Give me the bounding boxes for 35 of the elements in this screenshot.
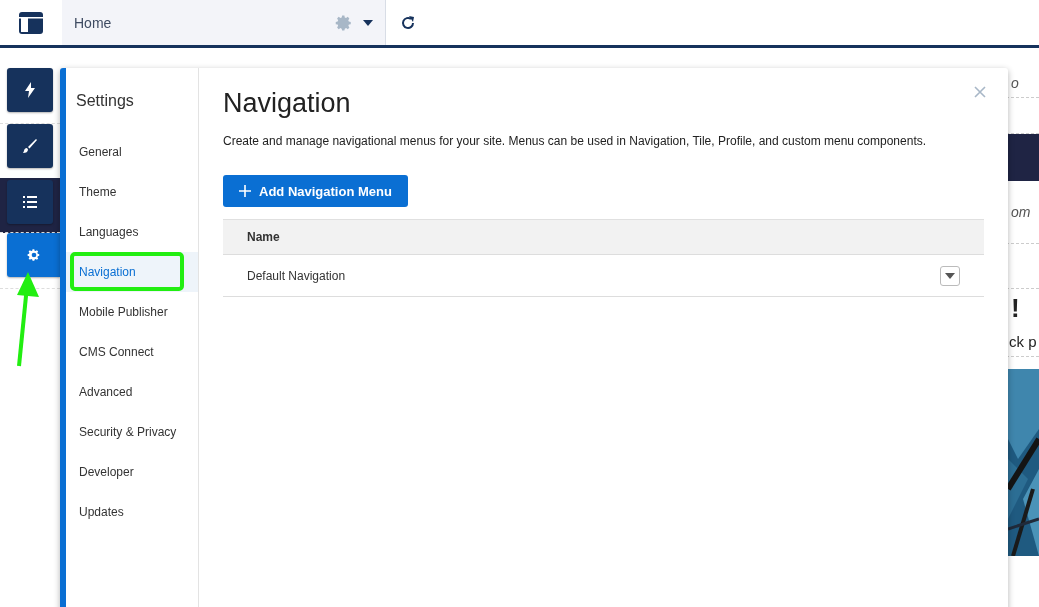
settings-menu-item[interactable]: Security & Privacy <box>66 412 198 452</box>
bolt-button[interactable] <box>7 68 53 112</box>
settings-menu-item[interactable]: General <box>66 132 198 172</box>
gear-icon <box>335 13 353 32</box>
settings-menu-item[interactable]: CMS Connect <box>66 332 198 372</box>
gear-button[interactable] <box>7 233 60 277</box>
description: Create and manage navigational menus for your site. Menus can be used in Navigation, Tile, Profile, and custom menu components. <box>223 134 928 148</box>
gear-icon <box>26 248 41 262</box>
settings-menu-item[interactable]: Languages <box>66 212 198 252</box>
page-heading: Navigation <box>223 88 351 119</box>
refresh-icon[interactable] <box>400 14 416 31</box>
row-menu-button[interactable] <box>940 265 960 286</box>
canvas-text: om <box>1010 204 1031 220</box>
settings-menu-item[interactable]: Developer <box>66 452 198 492</box>
caret-icon <box>945 272 955 279</box>
settings-menu-item[interactable]: Updates <box>66 492 198 532</box>
canvas-text: ck p <box>1009 333 1037 350</box>
add-menu-button[interactable]: Add Navigation Menu <box>223 175 408 207</box>
brush-button[interactable] <box>7 124 53 168</box>
column-header: Name <box>247 230 280 244</box>
brush-icon <box>23 139 37 153</box>
plus-icon <box>239 185 251 197</box>
home-tab[interactable]: Home <box>62 0 386 45</box>
list-button[interactable] <box>7 180 53 224</box>
canvas-heading: ! <box>1010 292 1020 324</box>
settings-menu-item[interactable]: Mobile Publisher <box>66 292 198 332</box>
caret-icon[interactable] <box>363 19 373 26</box>
settings-title: Settings <box>75 92 135 110</box>
settings-menu-item[interactable]: Advanced <box>66 372 198 412</box>
table-cell[interactable]: Default Navigation <box>247 268 940 283</box>
bolt-icon <box>24 82 36 98</box>
settings-menu-item[interactable]: Theme <box>66 172 198 212</box>
list-icon <box>23 196 37 208</box>
layout-icon[interactable] <box>19 11 43 34</box>
canvas-text: o <box>1010 74 1019 91</box>
